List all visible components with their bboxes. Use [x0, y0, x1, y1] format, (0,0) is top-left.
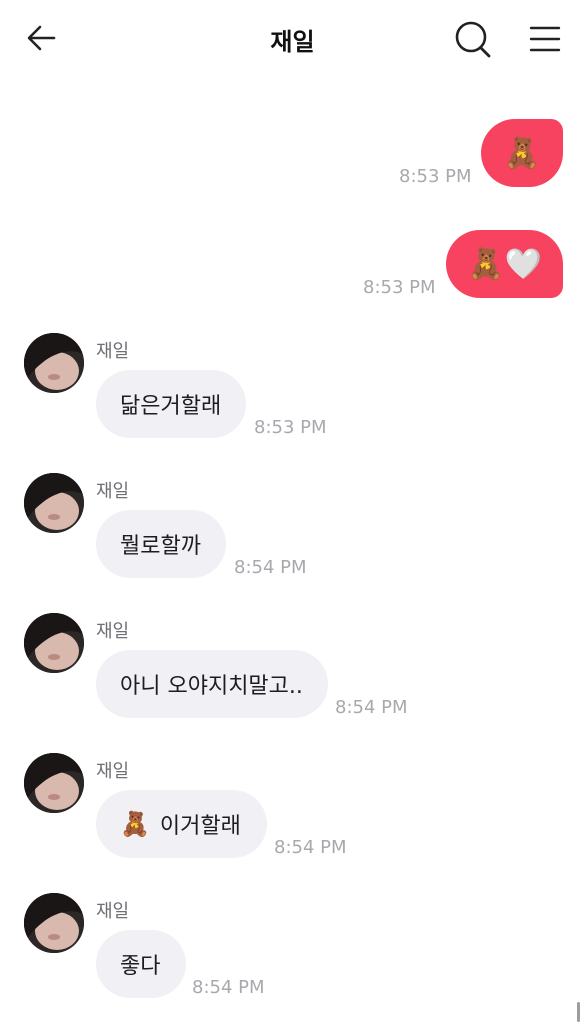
incoming-message-bubble[interactable]: 🧸 이거할래 — [96, 790, 267, 858]
teddy-bear-emoji: 🧸 — [503, 135, 541, 171]
teddy-bear-heart-emoji: 🧸🤍 — [467, 246, 542, 282]
avatar-image — [24, 473, 84, 533]
avatar[interactable] — [24, 473, 84, 533]
sender-name: 재일 — [96, 481, 130, 502]
message-text: 닮은거할래 — [120, 394, 222, 419]
scrollbar[interactable] — [577, 1002, 580, 1022]
search-button[interactable] — [452, 18, 494, 60]
avatar[interactable] — [24, 753, 84, 813]
avatar[interactable] — [24, 613, 84, 673]
chat-header: 재일 — [0, 0, 585, 80]
teddy-bear-emoji: 🧸 — [120, 810, 150, 838]
avatar-image — [24, 333, 84, 393]
message-text: 뭘로할까 — [120, 534, 201, 559]
message-text: 좋다 — [120, 954, 161, 979]
incoming-message-bubble[interactable]: 좋다 — [96, 930, 186, 998]
sender-name: 재일 — [96, 341, 130, 362]
sender-name: 재일 — [96, 901, 130, 922]
message-time: 8:54 PM — [234, 557, 307, 578]
message-time: 8:53 PM — [399, 166, 472, 187]
avatar-image — [24, 893, 84, 953]
menu-icon — [529, 26, 561, 52]
message-time: 8:54 PM — [335, 697, 408, 718]
outgoing-message-bubble[interactable]: 🧸 — [481, 119, 563, 187]
message-time: 8:54 PM — [274, 837, 347, 858]
sender-name: 재일 — [96, 761, 130, 782]
chat-title: 재일 — [270, 28, 315, 56]
menu-button[interactable] — [526, 20, 564, 58]
avatar[interactable] — [24, 893, 84, 953]
search-icon — [455, 21, 491, 58]
message-time: 8:53 PM — [254, 417, 327, 438]
message-text: 이거할래 — [159, 814, 241, 839]
message-time: 8:54 PM — [192, 977, 265, 998]
incoming-message-bubble[interactable]: 닮은거할래 — [96, 370, 246, 438]
incoming-message-bubble[interactable]: 뭘로할까 — [96, 510, 226, 578]
avatar[interactable] — [24, 333, 84, 393]
avatar-image — [24, 613, 84, 673]
avatar-image — [24, 753, 84, 813]
incoming-message-bubble[interactable]: 아니 오야지치말고.. — [96, 650, 328, 718]
message-time: 8:53 PM — [363, 277, 436, 298]
message-text: 아니 오야지치말고.. — [120, 674, 303, 699]
outgoing-message-bubble[interactable]: 🧸🤍 — [446, 230, 563, 298]
sender-name: 재일 — [96, 621, 130, 642]
